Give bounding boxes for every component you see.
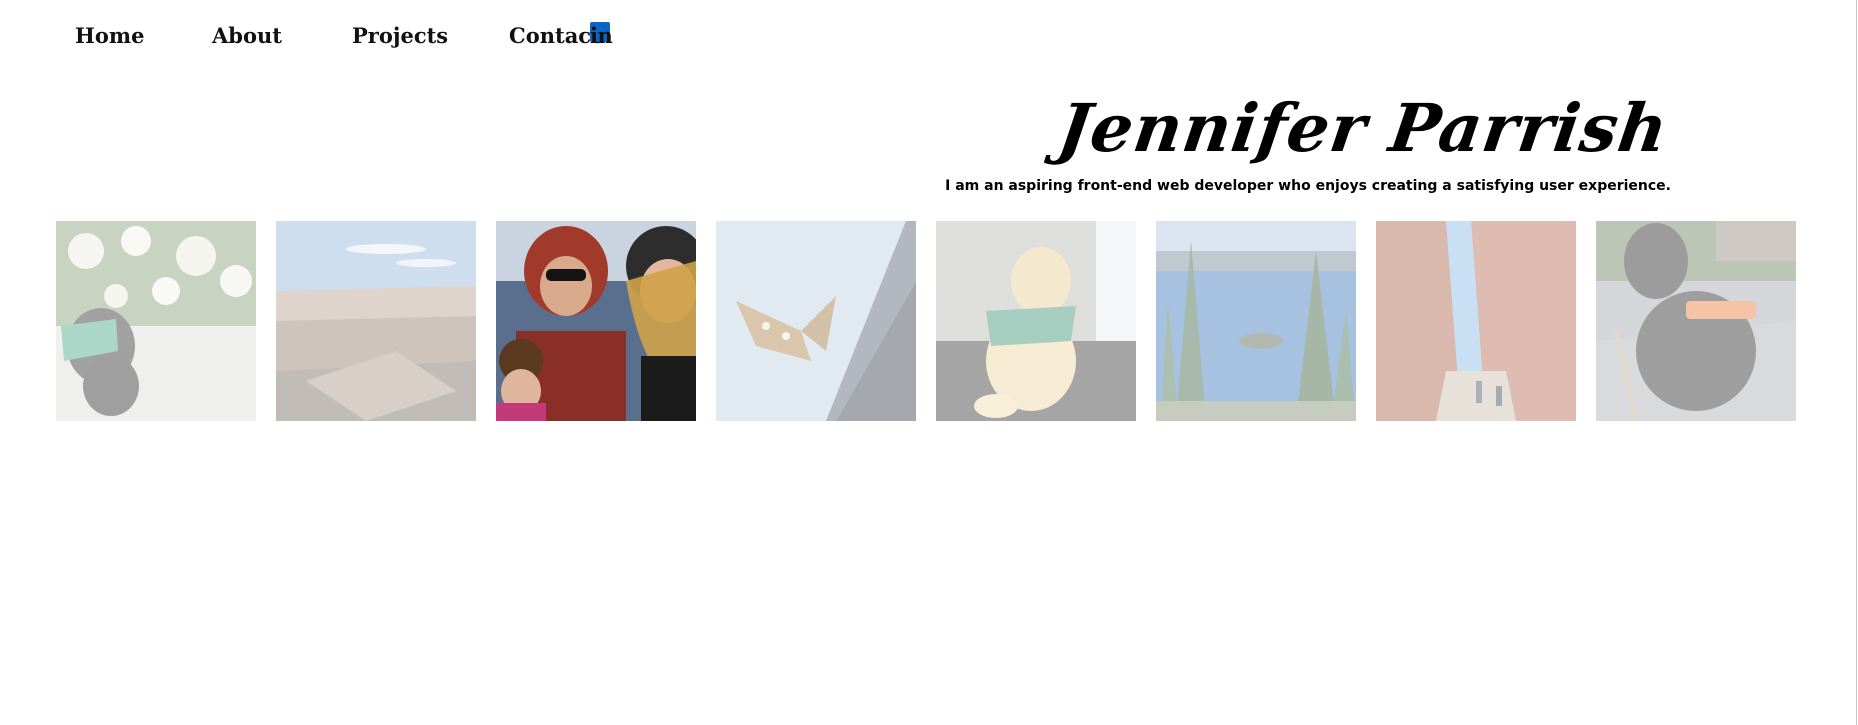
gallery-photo-crater-lake[interactable] <box>1156 221 1356 421</box>
nav-about-link[interactable]: About <box>212 22 282 50</box>
gallery-photo-family-selfie[interactable] <box>496 221 696 421</box>
gallery-photo-black-lab[interactable] <box>1596 221 1796 421</box>
tagline: I am an aspiring front-end web developer… <box>945 178 1671 194</box>
slot-canyon-photo-image <box>1376 221 1576 421</box>
gallery-photo-black-puppy[interactable] <box>56 221 256 421</box>
gallery-photo-slot-canyon[interactable] <box>1376 221 1576 421</box>
nav-contact-link[interactable]: Contact <box>509 22 601 50</box>
butterfly-photo-image <box>716 221 916 421</box>
black-puppy-photo-image <box>56 221 256 421</box>
yellow-puppy-photo-image <box>936 221 1136 421</box>
gallery-photo-yellow-puppy[interactable] <box>936 221 1136 421</box>
scrollbar-edge <box>1856 0 1857 725</box>
page-title: Jennifer Parrish <box>1053 89 1674 167</box>
crater-lake-photo-image <box>1156 221 1356 421</box>
gallery-photo-butterfly[interactable] <box>716 221 916 421</box>
black-lab-photo-image <box>1596 221 1796 421</box>
photo-gallery <box>56 221 1796 421</box>
gallery-photo-canyon[interactable] <box>276 221 476 421</box>
canyon-photo-image <box>276 221 476 421</box>
family-selfie-photo-image <box>496 221 696 421</box>
linkedin-icon[interactable]: in <box>590 22 613 48</box>
nav-home-link[interactable]: Home <box>75 22 144 50</box>
nav-projects-link[interactable]: Projects <box>352 22 448 50</box>
